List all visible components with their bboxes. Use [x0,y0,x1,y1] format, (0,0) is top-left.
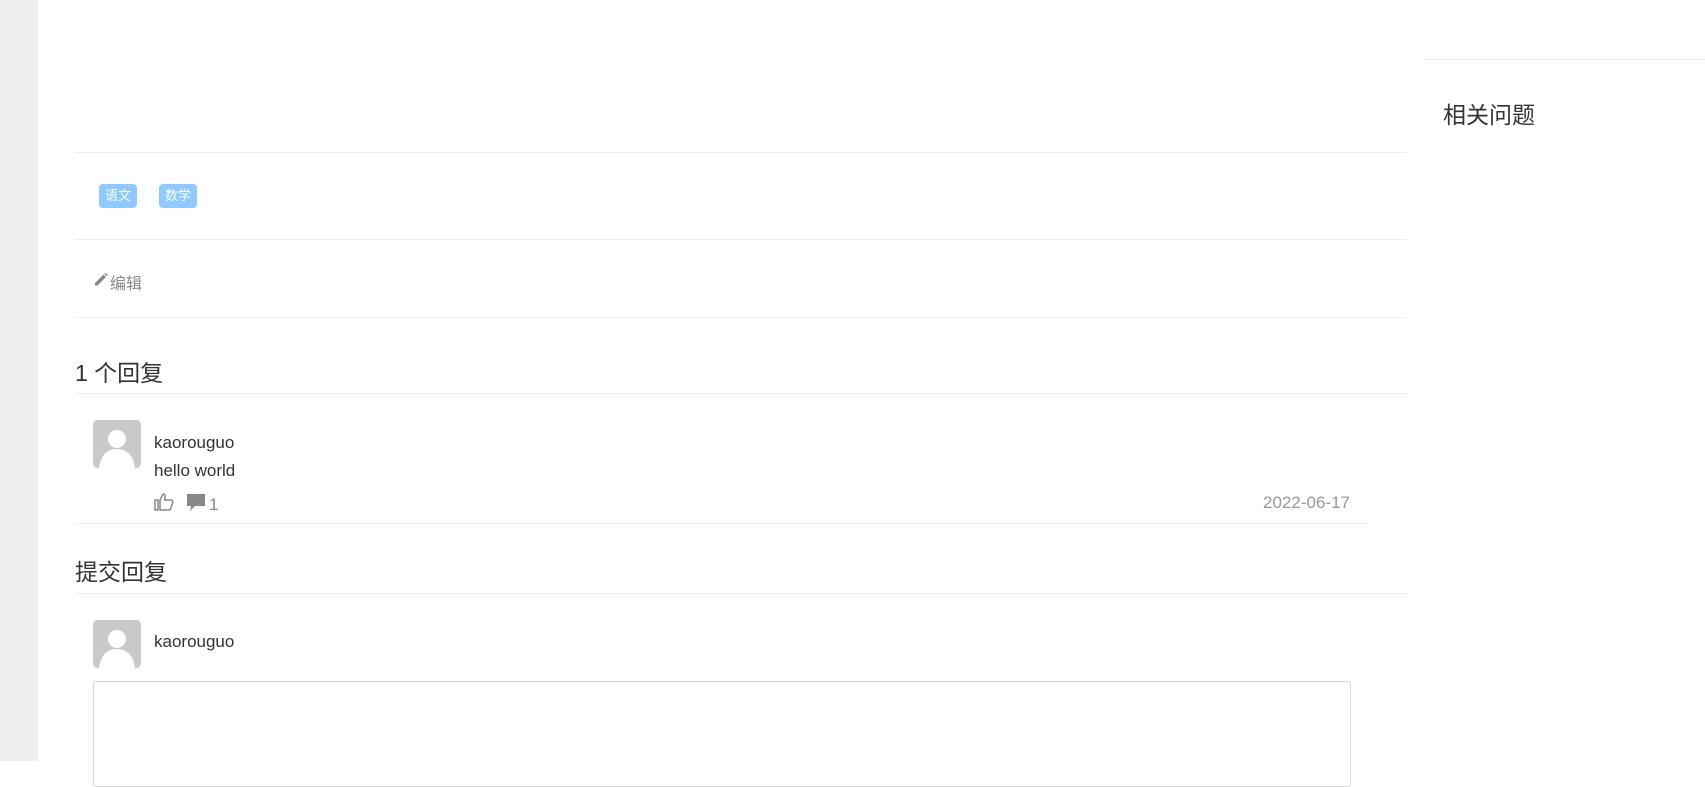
tag-list: 语文 数学 [99,184,198,208]
divider [75,593,1407,594]
tag-math[interactable]: 数学 [159,184,198,208]
divider [75,152,1407,153]
comment-count: 1 [209,494,219,514]
submit-reply-title: 提交回复 [75,559,167,585]
reply-username[interactable]: kaorouguo [154,433,234,453]
divider [75,239,1407,240]
left-gutter [0,0,38,761]
default-avatar-icon[interactable] [93,420,141,468]
edit-label: 编辑 [110,276,143,293]
current-username: kaorouguo [154,632,235,651]
edit-button[interactable]: 编辑 [93,270,142,294]
reply-actions: 1 [153,491,218,518]
divider [75,523,1369,524]
thumbs-up-icon [153,491,175,518]
related-questions-title: 相关问题 [1443,102,1535,128]
reply-textarea[interactable] [93,681,1351,787]
reply-date: 2022-06-17 [1263,493,1350,512]
default-avatar-icon [93,620,141,668]
replies-title: 1 个回复 [75,360,164,386]
tag-chinese[interactable]: 语文 [99,184,138,208]
right-sidebar: 相关问题 [1424,0,1705,761]
divider [1424,59,1705,60]
divider [75,317,1407,318]
reply-text: hello world [154,461,236,480]
divider [75,393,1407,394]
like-button[interactable] [153,491,175,518]
question-main: 语文 数学 编辑 1 个回复 kaorouguo hello world 1 2… [75,0,1407,787]
comment-button[interactable]: 1 [185,491,218,518]
pencil-icon [93,272,110,293]
comment-icon [185,491,207,518]
